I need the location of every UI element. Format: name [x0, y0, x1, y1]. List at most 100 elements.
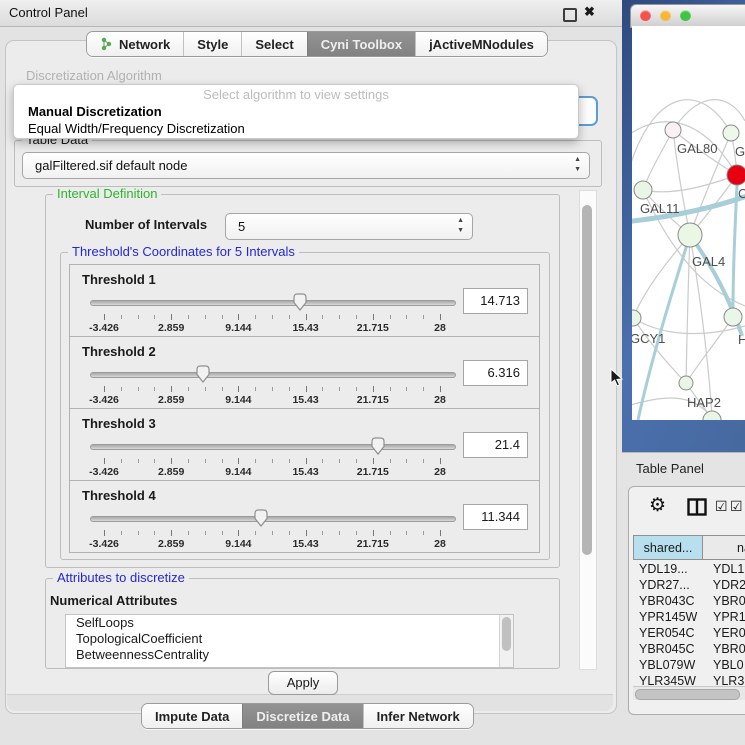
table-cell[interactable]: YPR1: [703, 609, 745, 625]
tab-select[interactable]: Select: [241, 32, 306, 56]
dropdown-option-manual[interactable]: Manual Discretization: [28, 104, 162, 119]
network-node[interactable]: [679, 376, 693, 390]
table-cell[interactable]: YDR27...: [633, 577, 703, 593]
gear-icon[interactable]: ⚙: [649, 494, 666, 517]
slider-handle[interactable]: [253, 509, 269, 527]
table-row[interactable]: YER054CYER0: [633, 625, 745, 641]
network-node[interactable]: [724, 308, 742, 326]
table-row[interactable]: YDR27...YDR2: [633, 577, 745, 593]
table-cell[interactable]: YBR0: [703, 593, 745, 609]
tab-label: Cyni Toolbox: [321, 37, 402, 52]
slider-scale-labels: -3.4262.8599.14415.4321.71528: [104, 322, 440, 334]
column-header-shared-name[interactable]: shared...: [633, 535, 703, 560]
table-row[interactable]: YBR045CYBR0: [633, 641, 745, 657]
close-icon[interactable]: ✖: [584, 4, 595, 20]
apply-button[interactable]: Apply: [268, 671, 338, 695]
threshold-slider[interactable]: -3.4262.8599.14415.4321.71528: [90, 509, 454, 549]
table-cell[interactable]: YBL079W: [633, 657, 703, 673]
slider-handle[interactable]: [195, 365, 211, 383]
network-canvas[interactable]: GAL80GACGAL11GAL4GCY1HHAP2: [632, 26, 745, 420]
slider-track[interactable]: [90, 372, 456, 378]
network-node-label: GAL4: [692, 254, 725, 269]
table-row[interactable]: YDL19...YDL1: [633, 561, 745, 577]
panel-title: Control Panel: [9, 5, 88, 20]
table-cell[interactable]: YBR045C: [633, 641, 703, 657]
spinner-stepper-icon[interactable]: ▲▼: [457, 216, 464, 236]
tab-label: jActiveMNodules: [429, 37, 534, 52]
float-window-icon[interactable]: [563, 8, 577, 22]
mouse-cursor: [610, 368, 624, 388]
checkbox-icon[interactable]: ☑: [715, 498, 728, 515]
scrollbar-thumb[interactable]: [635, 689, 740, 700]
number-of-intervals-spinner[interactable]: 5 ▲▼: [225, 213, 473, 240]
network-node[interactable]: [665, 122, 681, 138]
threshold-slider[interactable]: -3.4262.8599.14415.4321.71528: [90, 437, 454, 477]
threshold-value-field[interactable]: 6.316: [463, 360, 528, 386]
table-cell[interactable]: YDR2: [703, 577, 745, 593]
tab-discretize-data[interactable]: Discretize Data: [242, 704, 362, 728]
table-row[interactable]: YBR043CYBR0: [633, 593, 745, 609]
dropdown-option-equal-width[interactable]: Equal Width/Frequency Discretization: [28, 121, 245, 136]
network-node-label: HAP2: [687, 395, 721, 410]
table-horizontal-scrollbar[interactable]: [633, 686, 745, 700]
network-node[interactable]: [727, 165, 745, 185]
slider-scale-labels: -3.4262.8599.14415.4321.71528: [104, 538, 440, 550]
table-cell[interactable]: YBR0: [703, 641, 745, 657]
attribute-list-item[interactable]: BetweennessCentrality: [66, 647, 513, 663]
checkbox-icon[interactable]: ☑: [730, 498, 743, 515]
tab-impute-data[interactable]: Impute Data: [142, 704, 242, 728]
table-header: shared... name: [633, 535, 745, 560]
table-row[interactable]: YBL079WYBL0: [633, 657, 745, 673]
table-row[interactable]: YPR145WYPR1: [633, 609, 745, 625]
attributes-list-scrollbar[interactable]: [499, 615, 513, 667]
threshold-slider[interactable]: -3.4262.8599.14415.4321.71528: [90, 293, 454, 333]
slider-track[interactable]: [90, 444, 456, 450]
network-node[interactable]: [678, 223, 702, 247]
zoom-traffic-light[interactable]: [680, 10, 691, 21]
dropdown-placeholder-item[interactable]: Select algorithm to view settings: [14, 87, 578, 102]
table-cell[interactable]: YER0: [703, 625, 745, 641]
network-window-titlebar[interactable]: [630, 4, 745, 28]
split-columns-icon[interactable]: [687, 498, 707, 516]
table-cell[interactable]: YPR145W: [633, 609, 703, 625]
scrollbar-thumb[interactable]: [582, 205, 592, 555]
network-node[interactable]: [632, 310, 641, 326]
threshold-label: Threshold 4: [82, 488, 156, 503]
table-cell[interactable]: YDL19...: [633, 561, 703, 577]
slider-handle[interactable]: [370, 437, 386, 455]
table-panel-title: Table Panel: [636, 461, 704, 476]
network-node[interactable]: [723, 125, 739, 141]
combo-stepper-icon[interactable]: ▲▼: [574, 155, 581, 175]
slider-track[interactable]: [90, 300, 456, 306]
threshold-value-field[interactable]: 11.344: [463, 504, 528, 530]
table-cell[interactable]: YBL0: [703, 657, 744, 673]
attribute-list-item[interactable]: SelfLoops: [66, 615, 513, 631]
slider-scale-labels: -3.4262.8599.14415.4321.71528: [104, 466, 440, 478]
tab-style[interactable]: Style: [183, 32, 241, 56]
tab-cyni-toolbox[interactable]: Cyni Toolbox: [307, 32, 415, 56]
tab-infer-network[interactable]: Infer Network: [363, 704, 473, 728]
table-data-combobox[interactable]: galFiltered.sif default node ▲▼: [22, 152, 590, 179]
threshold-slider[interactable]: -3.4262.8599.14415.4321.71528: [90, 365, 454, 405]
scrollbar-thumb[interactable]: [502, 617, 511, 651]
network-node[interactable]: [634, 181, 652, 199]
attribute-list-item[interactable]: TopologicalCoefficient: [66, 631, 513, 647]
close-traffic-light[interactable]: [640, 10, 651, 21]
tab-network[interactable]: Network: [87, 32, 183, 56]
minimize-traffic-light[interactable]: [660, 10, 671, 21]
interval-definition-group-title: Interval Definition: [53, 187, 161, 201]
slider-track[interactable]: [90, 516, 456, 522]
threshold-value-field[interactable]: 14.713: [463, 288, 528, 314]
network-node[interactable]: [703, 411, 721, 420]
tab-jactivemnodules[interactable]: jActiveMNodules: [415, 32, 547, 56]
numerical-attributes-list[interactable]: SelfLoopsTopologicalCoefficientBetweenne…: [65, 614, 514, 668]
settings-vertical-scrollbar[interactable]: [579, 190, 597, 670]
table-cell[interactable]: YBR043C: [633, 593, 703, 609]
table-cell[interactable]: YER054C: [633, 625, 703, 641]
threshold-value-field[interactable]: 21.4: [463, 432, 528, 458]
slider-handle[interactable]: [292, 293, 308, 311]
threshold-label: Threshold 2: [82, 344, 156, 359]
tab-label: Select: [255, 37, 293, 52]
table-cell[interactable]: YDL1: [703, 561, 744, 577]
column-header-name[interactable]: name: [703, 535, 745, 560]
